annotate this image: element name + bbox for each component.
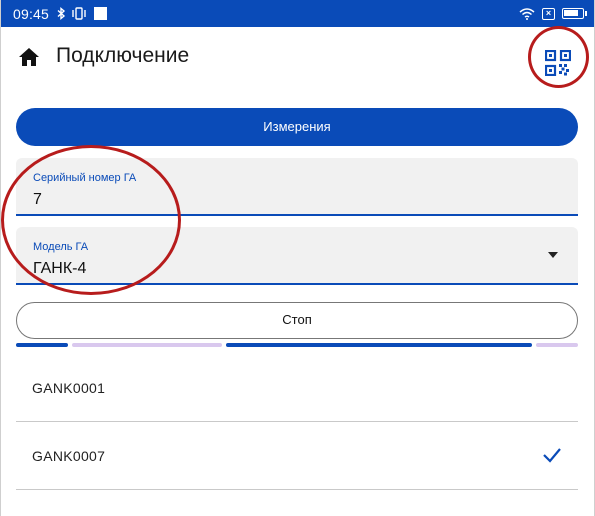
battery-level: [564, 10, 578, 16]
model-value: ГАНК-4: [33, 260, 87, 277]
serial-number-field[interactable]: Серийный номер ГА 7: [16, 158, 578, 216]
serial-number-label: Серийный номер ГА: [33, 172, 137, 184]
status-bar: 09:45 ×: [1, 0, 594, 27]
model-label: Модель ГА: [33, 241, 89, 253]
progress-segment-track: [536, 343, 578, 347]
qr-scan-icon: [545, 50, 571, 76]
device-list: GANK0001 GANK0007: [16, 354, 578, 490]
notification-square-icon: [94, 7, 108, 20]
qr-scan-button[interactable]: [533, 40, 583, 86]
stop-button[interactable]: Стоп: [16, 302, 578, 339]
device-list-item[interactable]: GANK0007: [16, 422, 578, 490]
progress-segment-track: [72, 343, 222, 347]
sim-off-icon: ×: [542, 7, 555, 20]
progress-segment-active: [16, 343, 68, 347]
progress-segment-active: [226, 343, 532, 347]
device-list-item[interactable]: GANK0001: [16, 354, 578, 422]
model-select[interactable]: Модель ГА ГАНК-4: [16, 227, 578, 285]
bluetooth-icon: [57, 7, 66, 20]
measurements-button[interactable]: Измерения: [16, 108, 578, 146]
status-right-icons: ×: [519, 0, 587, 27]
status-time: 09:45: [13, 5, 50, 22]
app-screen: 09:45 × Подключение Измерения Серийный н…: [0, 0, 595, 516]
scan-progress-indicator: [16, 343, 578, 347]
serial-number-value: 7: [33, 191, 42, 208]
battery-icon: [562, 8, 587, 19]
dropdown-arrow-icon[interactable]: [548, 252, 558, 258]
check-icon: [543, 448, 561, 463]
status-left-icons: [57, 7, 108, 20]
app-header: Подключение: [1, 28, 594, 86]
page-title: Подключение: [56, 44, 190, 67]
wifi-icon: [519, 7, 535, 20]
home-icon[interactable]: [18, 47, 40, 67]
device-name: GANK0001: [32, 379, 106, 396]
vibrate-icon: [72, 7, 86, 20]
device-name: GANK0007: [32, 447, 106, 464]
